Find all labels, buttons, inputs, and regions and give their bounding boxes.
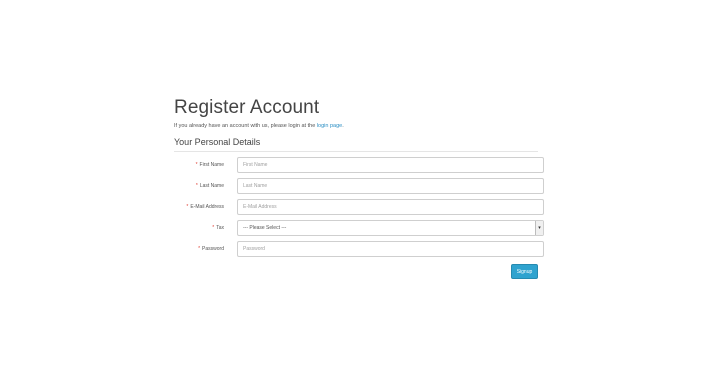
register-form: Register Account If you already have an …	[174, 96, 544, 279]
required-marker: *	[186, 204, 189, 210]
form-actions: Signup	[174, 264, 538, 279]
password-label: * Password	[198, 246, 224, 252]
last-name-input[interactable]	[237, 178, 544, 194]
required-marker: *	[198, 246, 201, 252]
intro-period: .	[342, 123, 344, 129]
email-row: * E-Mail Address	[174, 199, 544, 215]
tax-row: * Tax --- Please Select --- ▾	[174, 220, 544, 236]
last-name-label: * Last Name	[195, 183, 224, 189]
page-title: Register Account	[174, 97, 320, 118]
first-name-label: * First Name	[195, 162, 224, 168]
intro-text: If you already have an account with us, …	[174, 122, 538, 130]
password-row: * Password	[174, 241, 544, 257]
required-marker: *	[212, 225, 215, 231]
tax-select-value: --- Please Select ---	[243, 225, 287, 231]
email-label: * E-Mail Address	[186, 204, 224, 210]
last-name-row: * Last Name	[174, 178, 544, 194]
required-marker: *	[195, 162, 198, 168]
password-input[interactable]	[237, 241, 544, 257]
section-legend: Your Personal Details	[174, 136, 538, 152]
tax-select[interactable]: --- Please Select --- ▾	[237, 220, 544, 236]
tax-label: * Tax	[212, 225, 224, 231]
required-marker: *	[195, 183, 198, 189]
email-input[interactable]	[237, 199, 544, 215]
intro-sentence: If you already have an account with us, …	[174, 123, 317, 129]
first-name-row: * First Name	[174, 157, 544, 173]
signup-button[interactable]: Signup	[511, 264, 538, 279]
page: Register Account If you already have an …	[0, 0, 710, 380]
first-name-input[interactable]	[237, 157, 544, 173]
login-page-link[interactable]: login page	[317, 123, 342, 129]
chevron-down-icon[interactable]: ▾	[535, 221, 543, 235]
